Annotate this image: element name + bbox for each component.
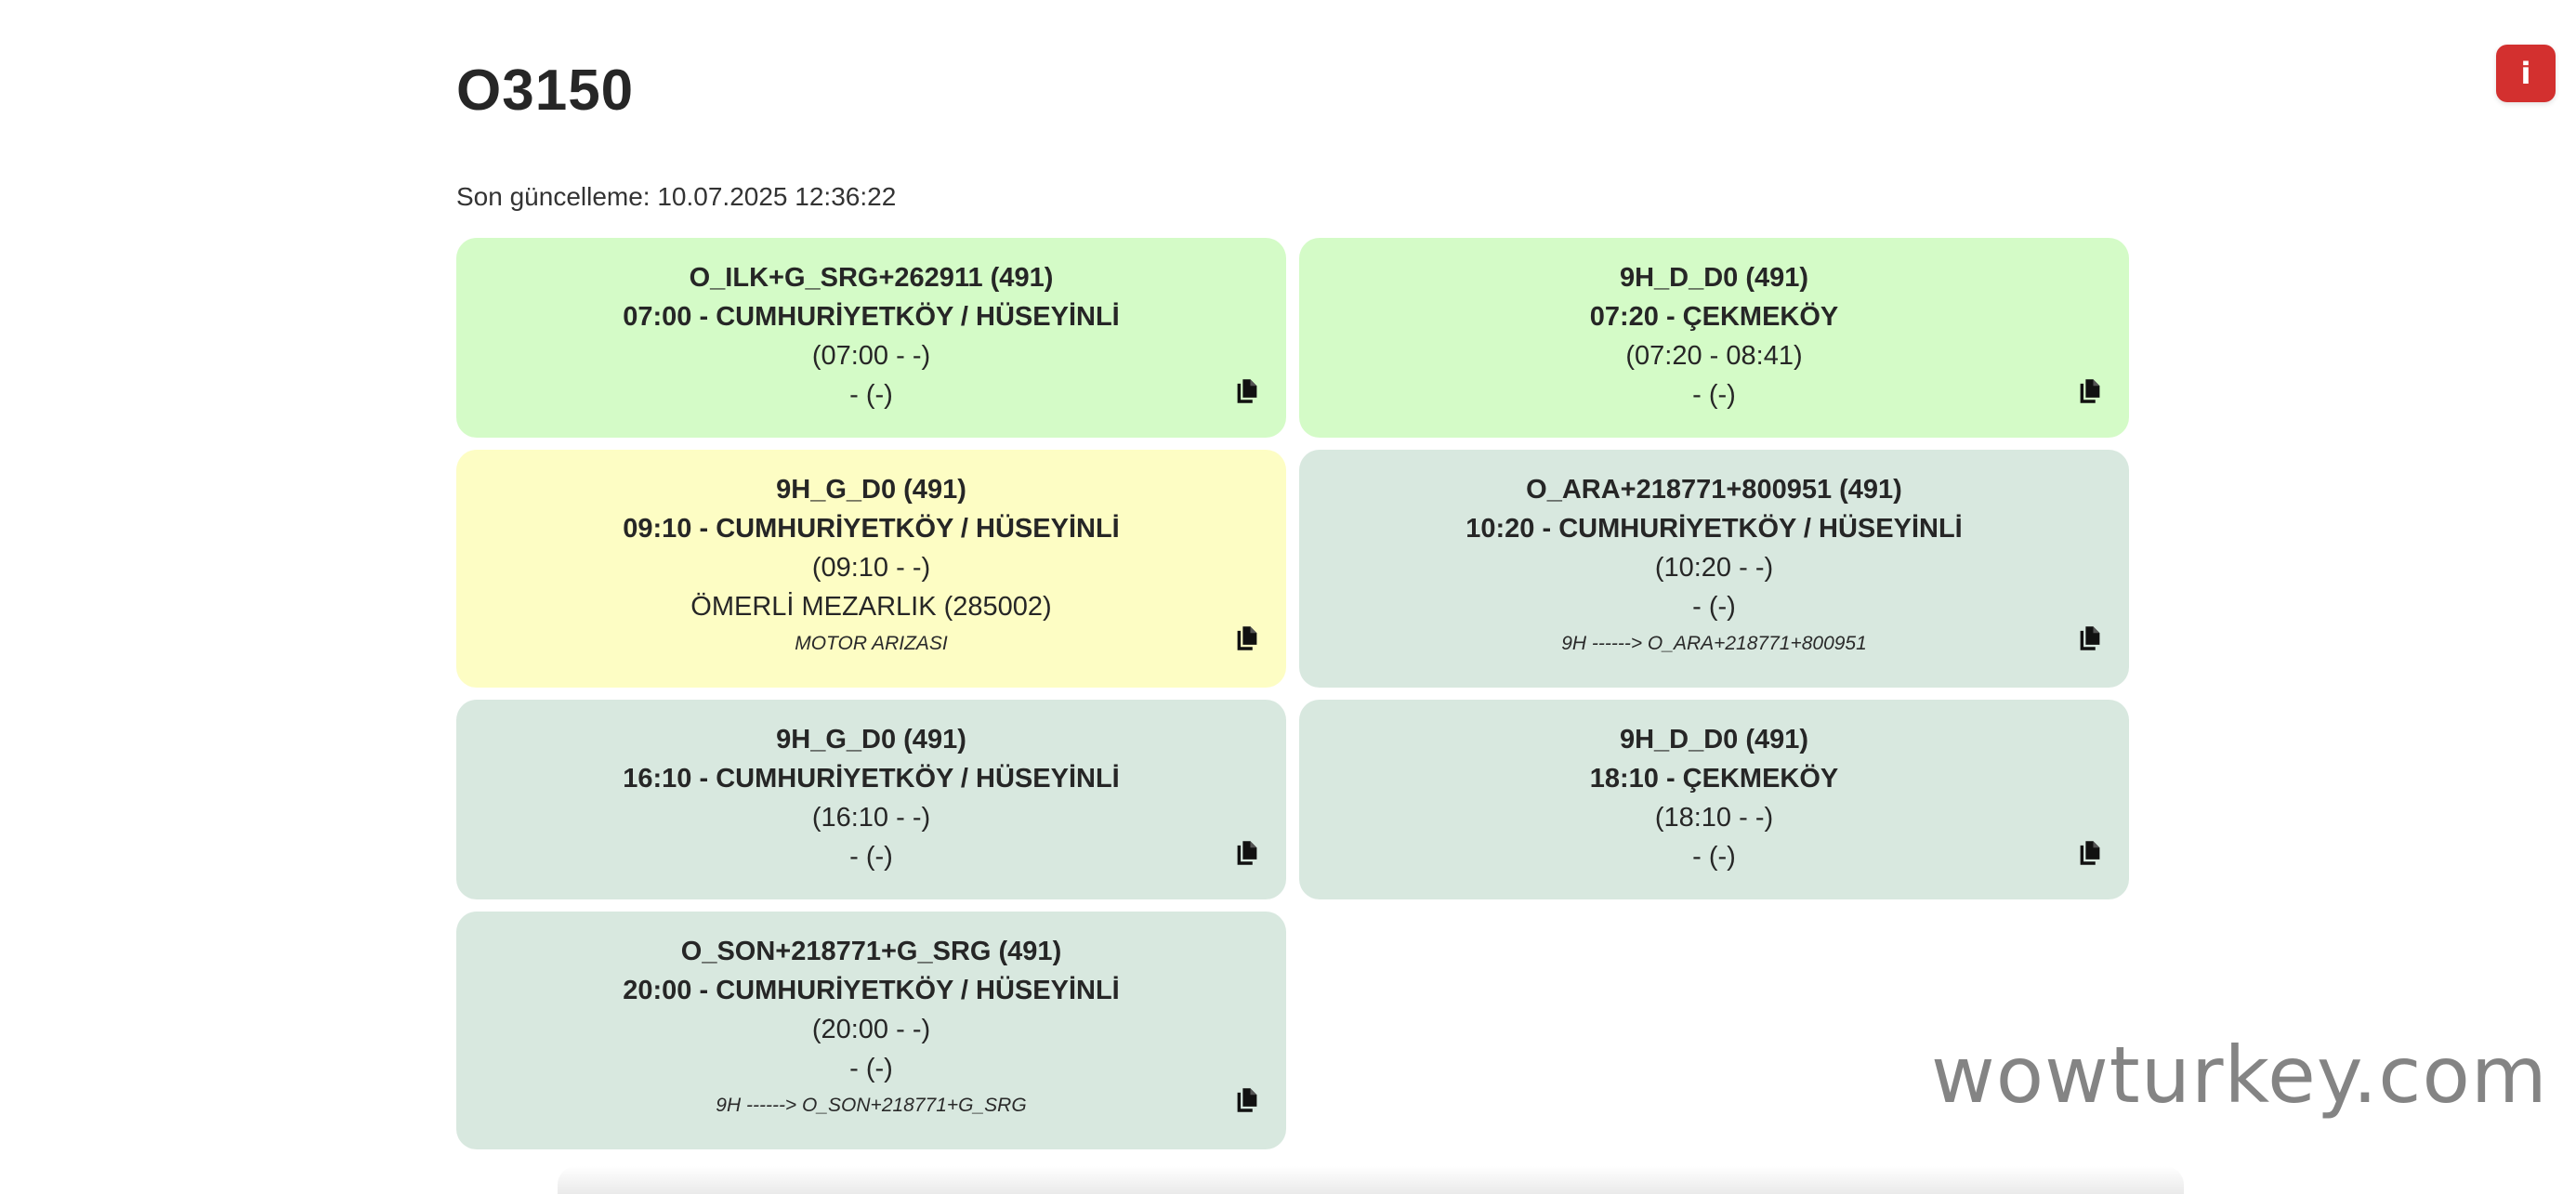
- copy-icon[interactable]: [1234, 1086, 1260, 1114]
- bottom-scroll-shadow: [558, 1166, 2184, 1194]
- trip-stop: - (-): [849, 1054, 893, 1083]
- trip-code: 9H_G_D0 (491): [776, 725, 966, 754]
- trip-times: (16:10 - -): [811, 803, 931, 833]
- trip-departure: 09:10 - CUMHURİYETKÖY / HÜSEYİNLİ: [623, 514, 1120, 544]
- copy-icon[interactable]: [1234, 624, 1260, 652]
- info-button[interactable]: i: [2496, 45, 2556, 102]
- trip-code: O_ILK+G_SRG+262911 (491): [689, 263, 1054, 293]
- trip-code: 9H_G_D0 (491): [776, 475, 966, 505]
- trip-card: 9H_G_D0 (491) 09:10 - CUMHURİYETKÖY / HÜ…: [456, 450, 1286, 688]
- copy-icon[interactable]: [2077, 377, 2103, 405]
- copy-icon[interactable]: [2077, 624, 2103, 652]
- trip-code: 9H_D_D0 (491): [1619, 263, 1809, 293]
- copy-icon[interactable]: [2077, 839, 2103, 867]
- trip-code: 9H_D_D0 (491): [1619, 725, 1809, 754]
- trip-card: O_ILK+G_SRG+262911 (491) 07:00 - CUMHURİ…: [456, 238, 1286, 438]
- trip-times: (07:00 - -): [811, 341, 931, 371]
- trip-code: O_ARA+218771+800951 (491): [1526, 475, 1902, 505]
- trip-card: O_SON+218771+G_SRG (491) 20:00 - CUMHURİ…: [456, 912, 1286, 1149]
- trip-departure: 20:00 - CUMHURİYETKÖY / HÜSEYİNLİ: [623, 976, 1120, 1005]
- trip-times: (09:10 - -): [811, 553, 931, 583]
- trip-stop: - (-): [1692, 380, 1736, 410]
- trip-stop: - (-): [1692, 592, 1736, 622]
- trip-departure: 18:10 - ÇEKMEKÖY: [1589, 764, 1839, 794]
- trip-stop: - (-): [849, 842, 893, 872]
- trip-stop: ÖMERLİ MEZARLIK (285002): [690, 592, 1052, 622]
- trip-note: MOTOR ARIZASI: [795, 633, 948, 654]
- info-icon: i: [2520, 56, 2531, 91]
- trip-code: O_SON+218771+G_SRG (491): [680, 937, 1062, 966]
- trip-card: 9H_D_D0 (491) 18:10 - ÇEKMEKÖY (18:10 - …: [1299, 700, 2129, 899]
- trip-note: 9H ------> O_ARA+218771+800951: [1561, 633, 1867, 654]
- copy-icon[interactable]: [1234, 377, 1260, 405]
- page: O3150 Son güncelleme: 10.07.2025 12:36:2…: [0, 0, 2576, 1194]
- page-title: O3150: [456, 59, 635, 123]
- trip-card: 9H_G_D0 (491) 16:10 - CUMHURİYETKÖY / HÜ…: [456, 700, 1286, 899]
- trip-times: (07:20 - 08:41): [1625, 341, 1803, 371]
- trip-times: (10:20 - -): [1654, 553, 1774, 583]
- trip-departure: 07:20 - ÇEKMEKÖY: [1589, 302, 1839, 332]
- watermark-text: wowturkey.com: [1931, 1030, 2548, 1121]
- trip-departure: 07:00 - CUMHURİYETKÖY / HÜSEYİNLİ: [623, 302, 1120, 332]
- trip-card-grid: O_ILK+G_SRG+262911 (491) 07:00 - CUMHURİ…: [456, 238, 2129, 1149]
- trip-departure: 16:10 - CUMHURİYETKÖY / HÜSEYİNLİ: [623, 764, 1120, 794]
- trip-note: 9H ------> O_SON+218771+G_SRG: [716, 1095, 1027, 1116]
- trip-departure: 10:20 - CUMHURİYETKÖY / HÜSEYİNLİ: [1465, 514, 1963, 544]
- last-update-text: Son güncelleme: 10.07.2025 12:36:22: [456, 182, 897, 211]
- trip-stop: - (-): [849, 380, 893, 410]
- trip-card: 9H_D_D0 (491) 07:20 - ÇEKMEKÖY (07:20 - …: [1299, 238, 2129, 438]
- copy-icon[interactable]: [1234, 839, 1260, 867]
- trip-times: (18:10 - -): [1654, 803, 1774, 833]
- trip-card: O_ARA+218771+800951 (491) 10:20 - CUMHUR…: [1299, 450, 2129, 688]
- trip-stop: - (-): [1692, 842, 1736, 872]
- trip-times: (20:00 - -): [811, 1015, 931, 1044]
